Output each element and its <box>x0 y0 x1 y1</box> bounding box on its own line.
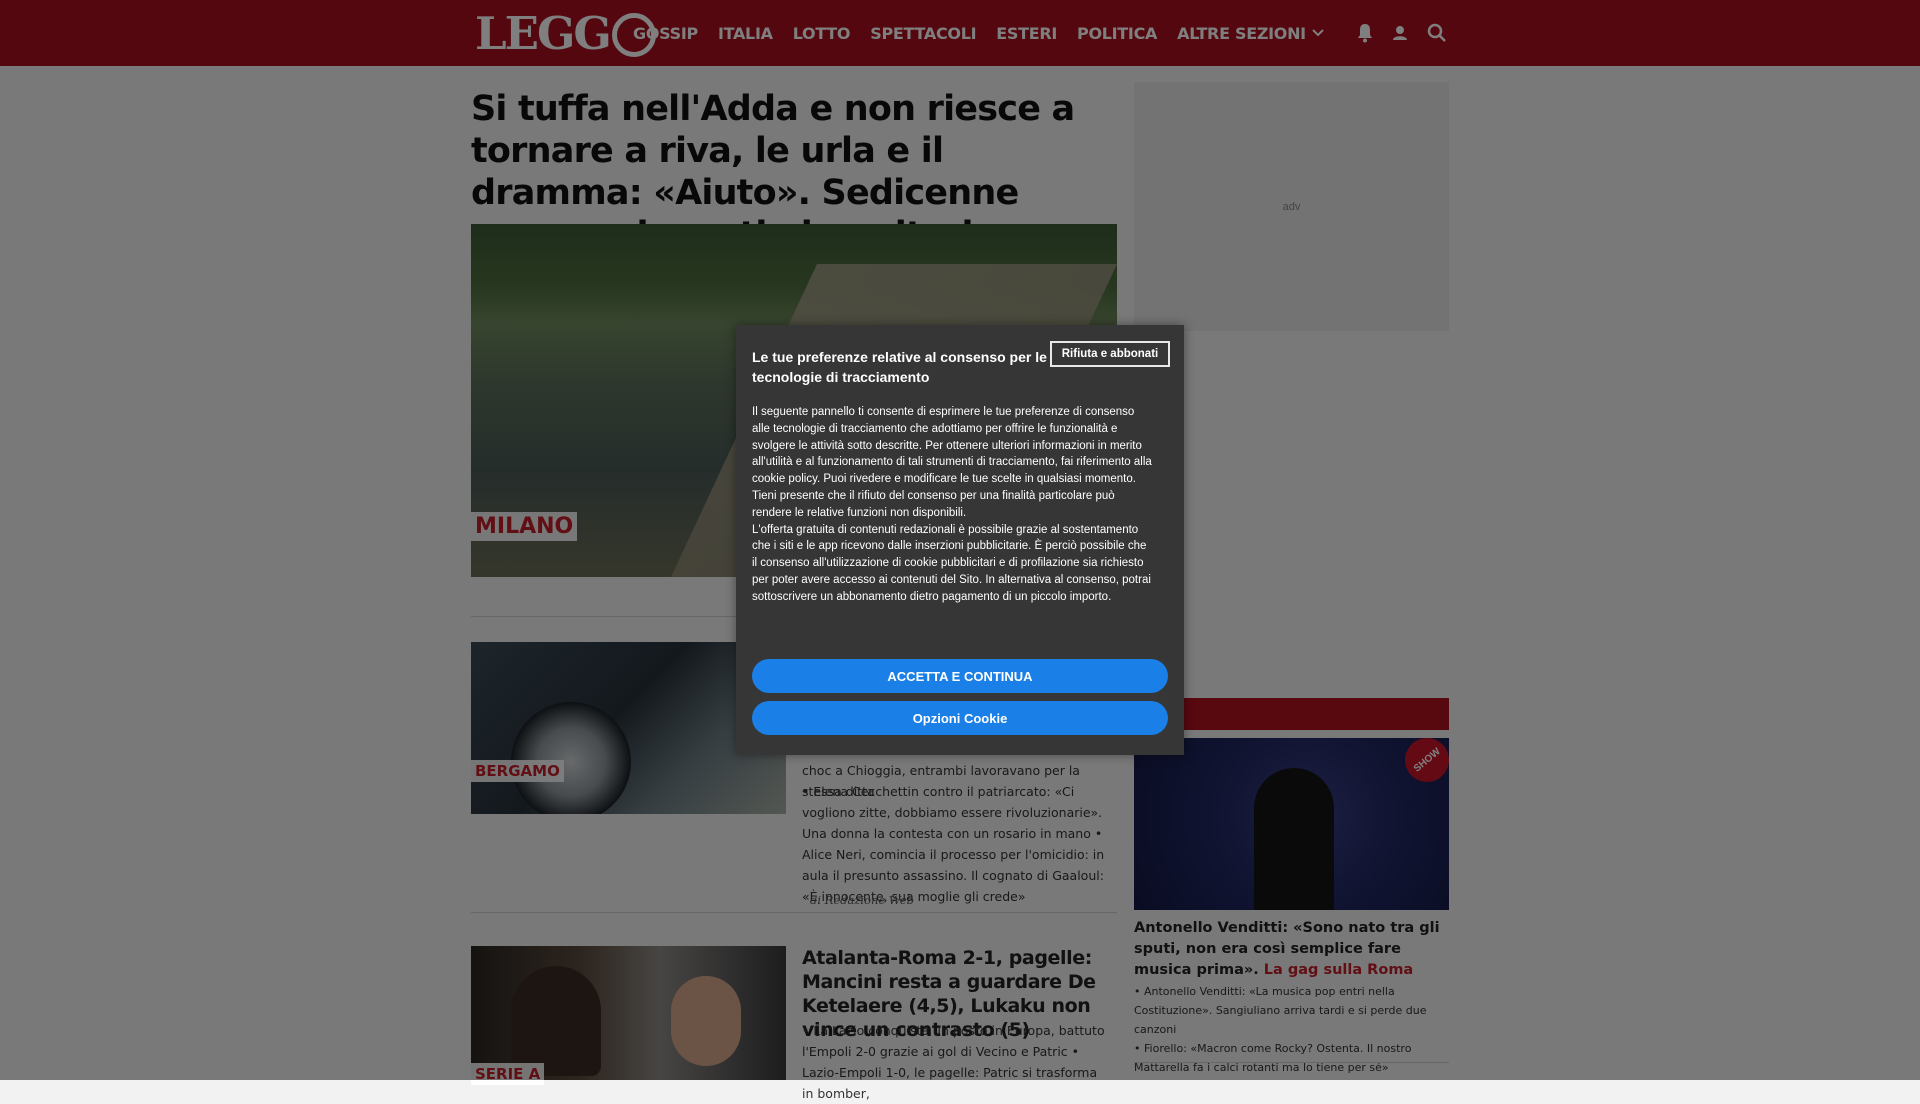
consent-description: Il seguente pannello ti consente di espr… <box>752 404 1152 606</box>
cookie-consent-dialog: Le tue preferenze relative al consenso p… <box>736 325 1184 755</box>
consent-paragraph: Il seguente pannello ti consente di espr… <box>752 406 1152 519</box>
consent-title: Le tue preferenze relative al consenso p… <box>752 349 1047 385</box>
accept-and-continue-button[interactable]: ACCETTA E CONTINUA <box>752 659 1168 693</box>
consent-paragraph: L'offerta gratuita di contenuti redazion… <box>752 523 1151 603</box>
cookie-options-button[interactable]: Opzioni Cookie <box>752 701 1168 735</box>
reject-and-subscribe-button[interactable]: Rifiuta e abbonati <box>1050 341 1170 367</box>
